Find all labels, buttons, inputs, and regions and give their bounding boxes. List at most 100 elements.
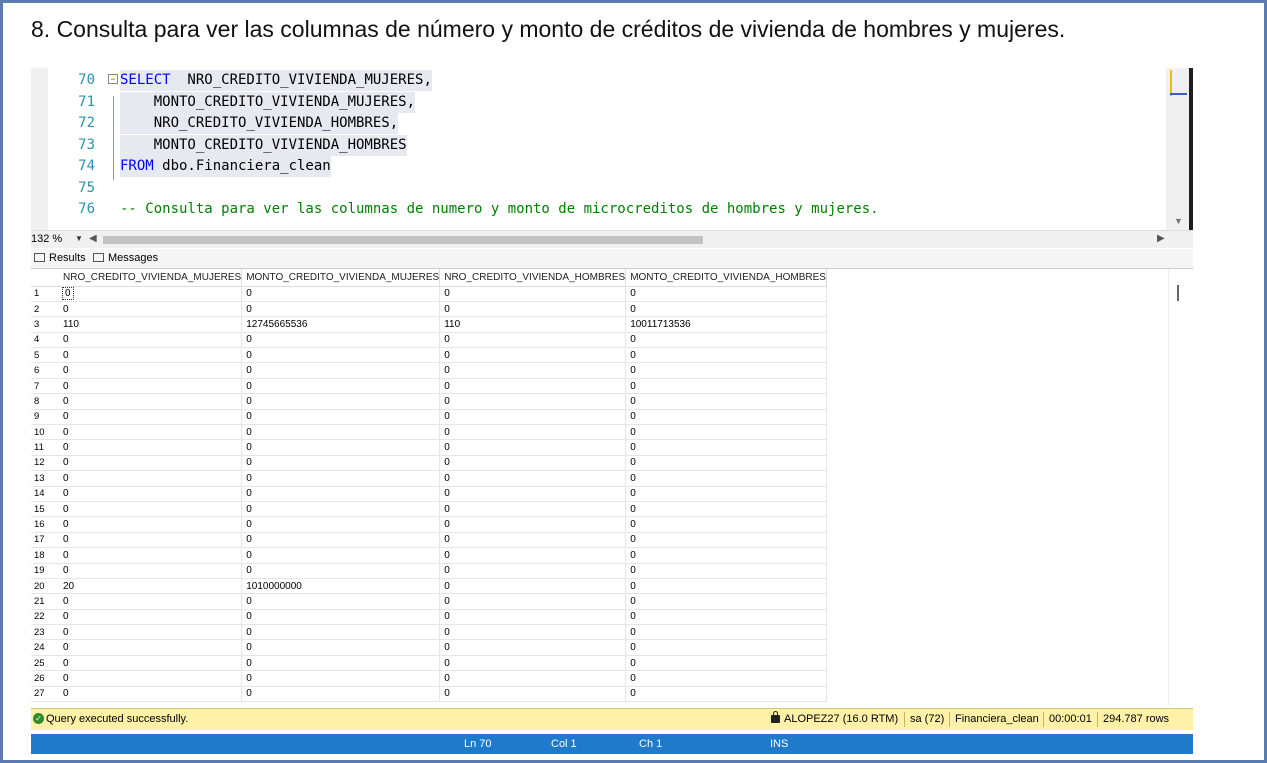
- table-row[interactable]: 27 0 0 0 0: [31, 686, 827, 703]
- table-row[interactable]: 19 0 0 0 0: [31, 563, 827, 579]
- grid-cell[interactable]: 0: [625, 424, 827, 441]
- code-line[interactable]: 76 -- Consulta para ver las columnas de n…: [31, 199, 1166, 220]
- code-line[interactable]: 72 NRO_CREDITO_VIVIENDA_HOMBRES,: [31, 113, 1166, 134]
- table-row[interactable]: 6 0 0 0 0: [31, 362, 827, 379]
- table-row[interactable]: 17 0 0 0 0: [31, 532, 827, 549]
- grid-cell[interactable]: 0: [625, 670, 827, 687]
- grid-cell[interactable]: 0: [241, 516, 441, 533]
- grid-cell[interactable]: 0: [439, 439, 627, 456]
- zoom-dropdown-icon[interactable]: ▼: [75, 234, 83, 243]
- grid-cell[interactable]: 0: [241, 624, 441, 641]
- code-line[interactable]: 74 FROM dbo.Financiera_clean: [31, 156, 1166, 177]
- grid-cell[interactable]: 0: [241, 439, 441, 456]
- grid-cell[interactable]: 0: [439, 378, 627, 395]
- grid-cell[interactable]: 0: [59, 639, 243, 656]
- grid-cell[interactable]: 0: [241, 332, 441, 349]
- grid-cell[interactable]: 0: [439, 670, 627, 687]
- grid-cell[interactable]: 0: [59, 655, 243, 672]
- column-header[interactable]: MONTO_CREDITO_VIVIENDA_HOMBRES: [625, 269, 827, 287]
- grid-cell[interactable]: 0: [439, 686, 627, 703]
- code-line[interactable]: 70 SELECT NRO_CREDITO_VIVIENDA_MUJERES,: [31, 70, 1166, 91]
- scroll-down-arrow-icon[interactable]: ▼: [1174, 216, 1183, 226]
- table-row[interactable]: 3 110 12745665536 110 10011713536: [31, 316, 827, 333]
- column-header[interactable]: NRO_CREDITO_VIVIENDA_HOMBRES: [439, 269, 627, 287]
- grid-cell[interactable]: 0: [241, 393, 441, 410]
- grid-cell[interactable]: 1010000000: [241, 578, 441, 595]
- grid-cell[interactable]: 0: [439, 639, 627, 656]
- scroll-left-arrow-icon[interactable]: ◀: [89, 233, 97, 244]
- grid-cell[interactable]: 0: [59, 532, 243, 549]
- grid-cell[interactable]: 0: [439, 593, 627, 610]
- grid-cell[interactable]: 0: [439, 501, 627, 518]
- grid-cell[interactable]: 0: [59, 286, 243, 302]
- grid-cell[interactable]: 0: [241, 424, 441, 441]
- table-row[interactable]: 8 0 0 0 0: [31, 393, 827, 410]
- grid-cell[interactable]: 0: [241, 686, 441, 703]
- grid-cell[interactable]: 0: [439, 347, 627, 364]
- table-row[interactable]: 7 0 0 0 0: [31, 378, 827, 395]
- grid-cell[interactable]: 0: [59, 547, 243, 564]
- code-line[interactable]: 73 MONTO_CREDITO_VIVIENDA_HOMBRES: [31, 134, 1166, 156]
- grid-cell[interactable]: 0: [625, 332, 827, 349]
- grid-cell[interactable]: 0: [241, 378, 441, 395]
- grid-cell[interactable]: 0: [625, 362, 827, 379]
- grid-cell[interactable]: 0: [241, 362, 441, 379]
- grid-cell[interactable]: 0: [625, 455, 827, 472]
- grid-cell[interactable]: 0: [241, 409, 441, 426]
- tab-results[interactable]: Results: [34, 252, 86, 264]
- grid-cell[interactable]: 10011713536: [625, 316, 827, 333]
- grid-cell[interactable]: 0: [59, 362, 243, 379]
- grid-cell[interactable]: 0: [59, 347, 243, 364]
- grid-cell[interactable]: 12745665536: [241, 316, 441, 333]
- grid-cell[interactable]: 0: [59, 563, 243, 579]
- column-header[interactable]: MONTO_CREDITO_VIVIENDA_MUJERES: [241, 269, 441, 287]
- table-row[interactable]: 20 20 1010000000 0 0: [31, 578, 827, 595]
- grid-cell[interactable]: 0: [625, 439, 827, 456]
- grid-cell[interactable]: 0: [59, 670, 243, 687]
- grid-cell[interactable]: 0: [241, 501, 441, 518]
- table-row[interactable]: 1 0 0 0 0: [31, 286, 827, 302]
- table-row[interactable]: 4 0 0 0 0: [31, 332, 827, 349]
- grid-cell[interactable]: 0: [439, 409, 627, 426]
- grid-cell[interactable]: 110: [59, 316, 243, 333]
- grid-cell[interactable]: 0: [439, 393, 627, 410]
- grid-cell[interactable]: 0: [439, 609, 627, 626]
- results-grid[interactable]: NRO_CREDITO_VIVIENDA_MUJERES MONTO_CREDI…: [31, 269, 1193, 706]
- table-row[interactable]: 22 0 0 0 0: [31, 609, 827, 626]
- table-row[interactable]: 13 0 0 0 0: [31, 470, 827, 487]
- grid-cell[interactable]: 0: [625, 378, 827, 395]
- grid-cell[interactable]: 0: [625, 486, 827, 502]
- grid-cell[interactable]: 0: [59, 301, 243, 318]
- grid-cell[interactable]: 0: [439, 486, 627, 502]
- table-row[interactable]: 14 0 0 0 0: [31, 486, 827, 502]
- table-row[interactable]: 12 0 0 0 0: [31, 455, 827, 472]
- grid-cell[interactable]: 0: [241, 547, 441, 564]
- table-row[interactable]: 11 0 0 0 0: [31, 439, 827, 456]
- grid-cell[interactable]: 0: [241, 286, 441, 302]
- table-row[interactable]: 24 0 0 0 0: [31, 639, 827, 656]
- grid-cell[interactable]: 0: [625, 470, 827, 487]
- grid-cell[interactable]: 0: [59, 516, 243, 533]
- grid-cell[interactable]: 0: [241, 532, 441, 549]
- table-row[interactable]: 15 0 0 0 0: [31, 501, 827, 518]
- grid-cell[interactable]: 0: [625, 347, 827, 364]
- grid-cell[interactable]: 110: [439, 316, 627, 333]
- grid-cell[interactable]: 0: [59, 593, 243, 610]
- grid-cell[interactable]: 0: [439, 624, 627, 641]
- table-row[interactable]: 18 0 0 0 0: [31, 547, 827, 564]
- zoom-level[interactable]: 132 %: [31, 233, 62, 245]
- table-row[interactable]: 21 0 0 0 0: [31, 593, 827, 610]
- grid-cell[interactable]: 0: [625, 516, 827, 533]
- grid-cell[interactable]: 0: [625, 609, 827, 626]
- grid-cell[interactable]: 0: [59, 409, 243, 426]
- grid-cell[interactable]: 0: [625, 563, 827, 579]
- grid-cell[interactable]: 0: [439, 286, 627, 302]
- table-row[interactable]: 10 0 0 0 0: [31, 424, 827, 441]
- grid-cell[interactable]: 0: [625, 578, 827, 595]
- grid-cell[interactable]: 0: [59, 624, 243, 641]
- grid-cell[interactable]: 0: [59, 378, 243, 395]
- grid-cell[interactable]: 0: [241, 639, 441, 656]
- table-row[interactable]: 5 0 0 0 0: [31, 347, 827, 364]
- grid-cell[interactable]: 0: [439, 455, 627, 472]
- grid-cell[interactable]: 0: [439, 470, 627, 487]
